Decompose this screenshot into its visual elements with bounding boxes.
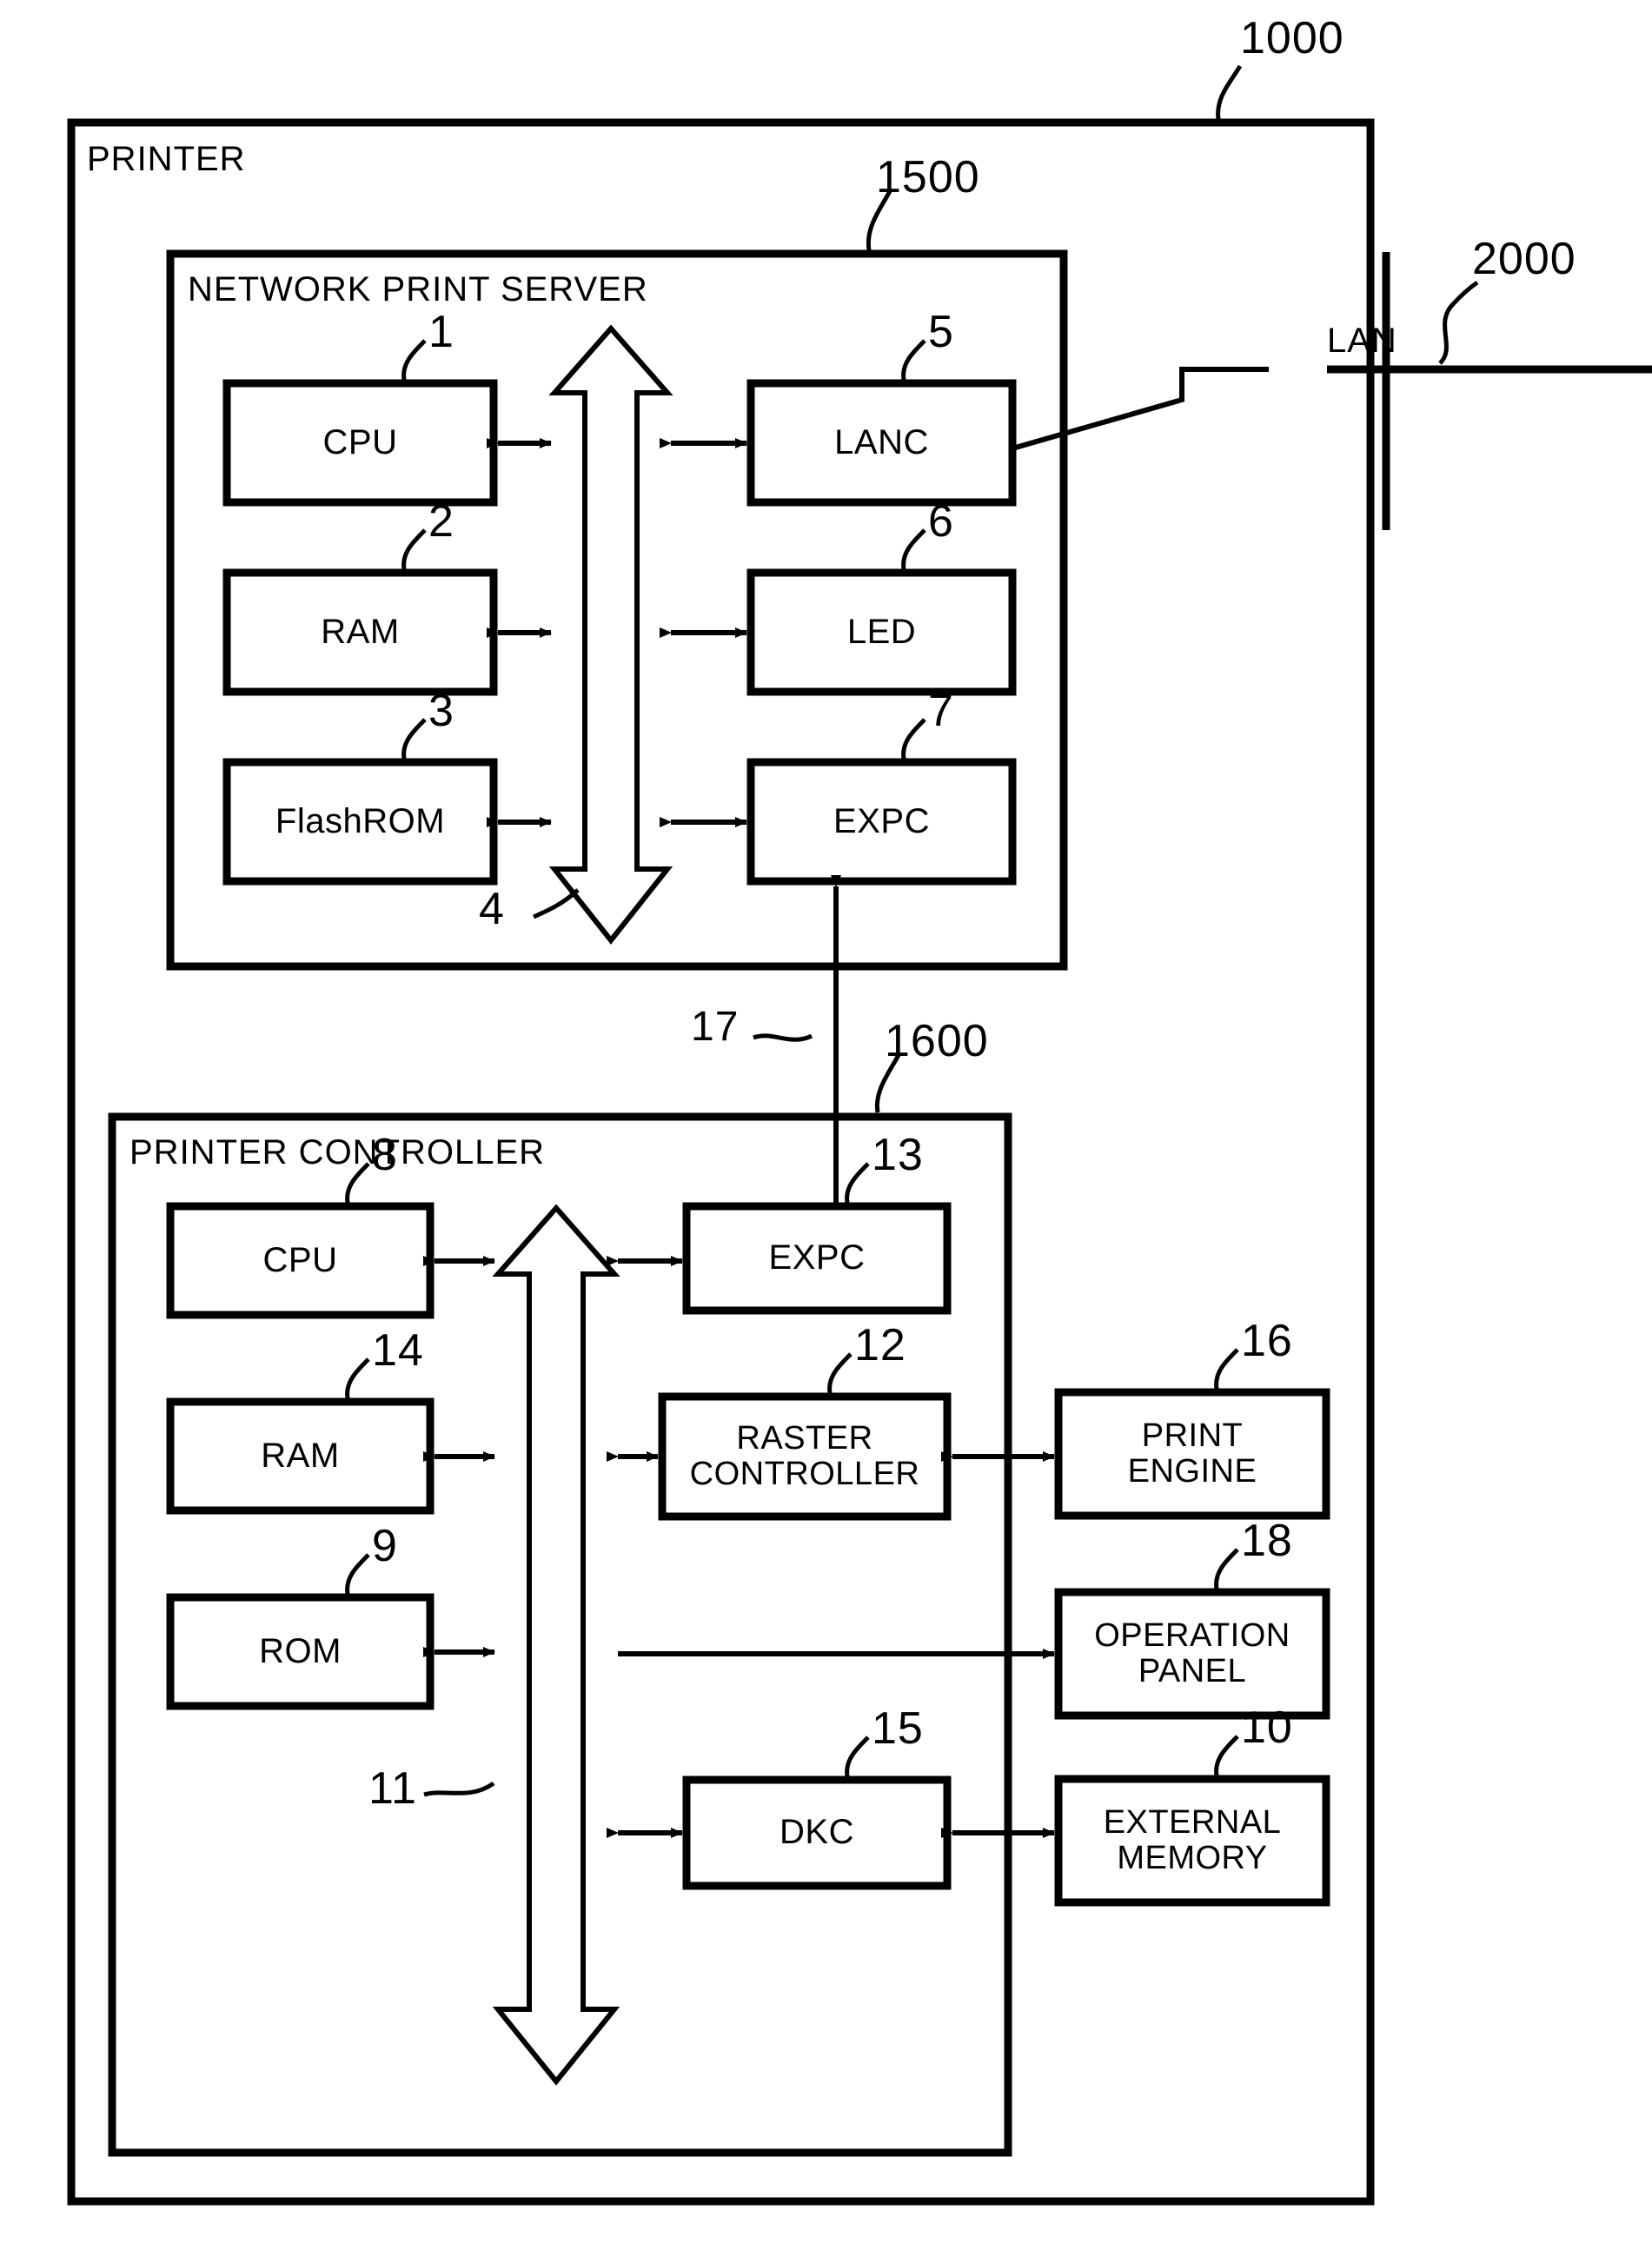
ref-leader-14 [345, 1357, 370, 1399]
block-label-cpu-1: CPU [322, 422, 398, 461]
external-memory-line2: MEMORY [1117, 1840, 1268, 1876]
ref-numeral-17: 17 [691, 1004, 740, 1050]
ref-leader-4 [532, 888, 580, 919]
block-label-lanc-5: LANC [834, 422, 929, 461]
block-label-print-engine-16: PRINT ENGINE [1058, 1392, 1326, 1516]
block-label-ram-14: RAM [261, 1436, 340, 1475]
block-label-raster-controller-12: RASTER CONTROLLER [662, 1397, 947, 1517]
print-engine-line2: ENGINE [1127, 1453, 1257, 1490]
network-print-server-title: NETWORK PRINT SERVER [188, 270, 648, 309]
figure-canvas: PRINTER NETWORK PRINT SERVER PRINTER CON… [0, 0, 1652, 2250]
lan-cable [1012, 367, 1269, 451]
ref-leader-1000 [1216, 64, 1243, 120]
ref-numeral-1600: 1600 [885, 1016, 989, 1066]
ref-numeral-2: 2 [428, 496, 454, 547]
ref-numeral-1000: 1000 [1240, 13, 1344, 63]
ref-leader-13 [845, 1162, 870, 1204]
ref-leader-1 [401, 339, 427, 381]
block-label-external-memory-10: EXTERNAL MEMORY [1058, 1779, 1326, 1902]
block-label-rom-9: ROM [259, 1631, 342, 1670]
ref-numeral-6: 6 [928, 496, 954, 547]
block-label-operation-panel-18: OPERATION PANEL [1058, 1592, 1326, 1716]
ref-numeral-15: 15 [872, 1703, 924, 1754]
block-label-cpu-8: CPU [262, 1240, 338, 1279]
block-label-ram-2: RAM [321, 612, 400, 651]
block-label-dkc-15: DKC [780, 1813, 854, 1852]
ref-numeral-4: 4 [479, 884, 505, 934]
ref-leader-15 [845, 1736, 870, 1777]
ref-numeral-1: 1 [428, 307, 454, 357]
ref-numeral-10: 10 [1241, 1702, 1293, 1753]
ref-leader-2000 [1438, 280, 1479, 365]
ref-leader-17 [753, 1033, 813, 1042]
ref-numeral-9: 9 [372, 1521, 398, 1571]
ref-numeral-5: 5 [928, 307, 954, 357]
operation-panel-line1: OPERATION [1094, 1616, 1290, 1654]
printer-controller-title: PRINTER CONTROLLER [129, 1133, 546, 1171]
block-label-led-6: LED [846, 612, 917, 651]
lan-label: LAN [1327, 322, 1397, 360]
ref-leader-16 [1214, 1348, 1239, 1390]
ref-leader-3 [401, 718, 427, 760]
ref-numeral-18: 18 [1241, 1516, 1293, 1566]
ref-leader-10 [1214, 1735, 1239, 1776]
ref-leader-18 [1214, 1548, 1239, 1590]
ref-leader-9 [345, 1553, 370, 1595]
block-label-expc-13: EXPC [768, 1238, 866, 1278]
ref-numeral-13: 13 [872, 1130, 924, 1180]
block-label-expc-7: EXPC [833, 801, 930, 840]
ref-leader-11 [423, 1781, 495, 1797]
diagram-vector-layer [67, 64, 1652, 2206]
print-engine-line1: PRINT [1141, 1417, 1244, 1454]
ref-numeral-11: 11 [368, 1763, 417, 1814]
external-memory-line1: EXTERNAL [1103, 1803, 1282, 1841]
raster-controller-line1: RASTER [736, 1419, 873, 1457]
operation-panel-line2: PANEL [1138, 1653, 1247, 1689]
ref-numeral-2000: 2000 [1472, 234, 1576, 284]
raster-controller-line2: CONTROLLER [689, 1456, 920, 1492]
ref-leader-12 [827, 1352, 853, 1394]
block-label-flashrom-3: FlashROM [275, 801, 446, 840]
ref-numeral-7: 7 [928, 686, 954, 736]
ref-numeral-1500: 1500 [876, 152, 980, 202]
ref-leader-6 [901, 528, 926, 570]
ref-numeral-8: 8 [372, 1130, 398, 1180]
ref-leader-2 [401, 528, 427, 570]
ref-leader-5 [901, 339, 926, 381]
server-bus-arrow [548, 324, 673, 945]
controller-bus-arrow [492, 1204, 620, 2086]
ref-numeral-12: 12 [854, 1320, 906, 1371]
printer-container-title: PRINTER [87, 140, 246, 178]
ref-numeral-14: 14 [372, 1325, 424, 1376]
ref-numeral-3: 3 [428, 686, 454, 736]
ref-leader-7 [901, 718, 926, 760]
ref-numeral-16: 16 [1241, 1316, 1293, 1366]
